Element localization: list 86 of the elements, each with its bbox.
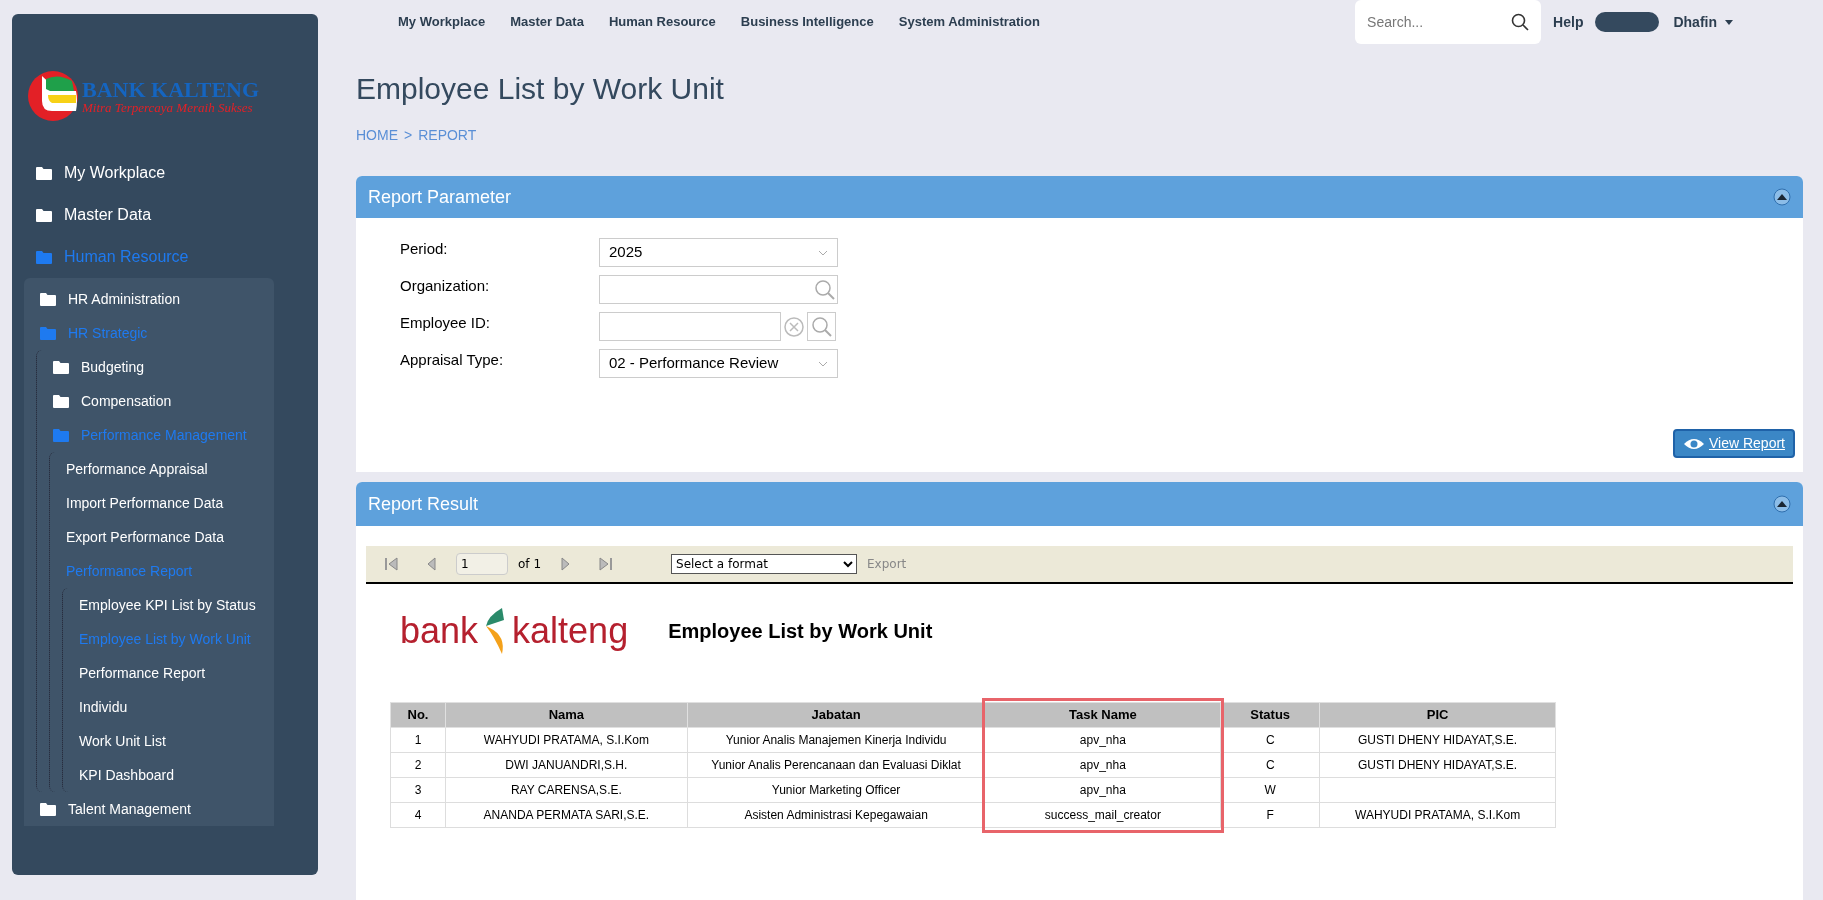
sidebar-item[interactable]: Employee KPI List by Status xyxy=(79,594,256,616)
field-label: Employee ID: xyxy=(400,313,492,333)
nav-link[interactable]: My Workplace xyxy=(398,12,486,32)
eye-icon xyxy=(1683,436,1705,451)
view-report-button[interactable]: View Report xyxy=(1673,429,1795,458)
sidebar-item[interactable]: HR Administration xyxy=(68,288,181,310)
table-cell: 1 xyxy=(390,727,446,753)
table-cell: DWI JANUANDRI,S.H. xyxy=(445,752,688,778)
sidebar-item[interactable]: Performance Report xyxy=(79,662,206,684)
table-cell: WAHYUDI PRATAMA, S.I.Kom xyxy=(445,727,688,753)
column-header: Task Name xyxy=(984,702,1221,728)
table-cell: apv_nha xyxy=(984,752,1221,778)
folder-icon xyxy=(40,292,56,306)
logo-word: kalteng xyxy=(512,613,629,649)
nav-link[interactable]: System Administration xyxy=(898,12,1040,32)
folder-icon xyxy=(53,428,69,442)
select-field[interactable]: 02 - Performance Review xyxy=(599,349,838,378)
avatar[interactable] xyxy=(1595,12,1660,32)
folder-icon xyxy=(40,326,56,340)
sidebar-item[interactable]: Work Unit List xyxy=(79,730,166,752)
user-menu[interactable]: Dhafin xyxy=(1673,11,1733,33)
logo-icon xyxy=(28,71,78,121)
folder-icon xyxy=(36,166,52,180)
table-cell: apv_nha xyxy=(984,777,1221,803)
field-label: Appraisal Type: xyxy=(400,350,505,370)
sidebar-item[interactable]: Export Performance Data xyxy=(66,526,224,548)
collapse-icon[interactable] xyxy=(1773,188,1791,206)
table-cell: ANANDA PERMATA SARI,S.E. xyxy=(445,802,688,828)
collapse-icon[interactable] xyxy=(1773,495,1791,513)
panel-title: Report Result xyxy=(368,492,480,516)
logo-name: BANK KALTENG xyxy=(82,78,260,101)
chevron-down-icon xyxy=(818,249,828,256)
nav-link[interactable]: Master Data xyxy=(510,12,584,32)
page-count: of 1 xyxy=(518,556,541,573)
search-icon[interactable] xyxy=(814,278,836,301)
folder-icon xyxy=(36,208,52,222)
column-header: PIC xyxy=(1319,702,1556,728)
select-field[interactable]: 2025 xyxy=(599,238,838,267)
folder-icon xyxy=(53,360,69,374)
sidebar-item[interactable]: Performance Appraisal xyxy=(66,458,208,480)
table-cell: 3 xyxy=(390,777,446,803)
next-page-icon[interactable] xyxy=(561,557,571,571)
table-cell: 4 xyxy=(390,802,446,828)
sidebar-item[interactable]: Talent Management xyxy=(68,798,191,820)
logo-word: bank xyxy=(400,613,479,649)
column-header: Nama xyxy=(445,702,688,728)
table-cell: RAY CARENSA,S.E. xyxy=(445,777,688,803)
lookup-field[interactable] xyxy=(599,275,838,304)
input-field[interactable] xyxy=(599,312,781,341)
column-header: No. xyxy=(390,702,446,728)
logo-tagline: Mitra Terpercaya Meraih Sukses xyxy=(82,100,254,114)
sidebar-item[interactable]: Individu xyxy=(79,696,128,718)
panel-title: Report Parameter xyxy=(368,185,513,209)
field-label: Organization: xyxy=(400,276,491,296)
first-page-icon[interactable] xyxy=(384,557,398,571)
sidebar-item[interactable]: My Workplace xyxy=(64,161,166,185)
table-cell: WAHYUDI PRATAMA, S.I.Kom xyxy=(1319,802,1556,828)
folder-icon xyxy=(53,394,69,408)
last-page-icon[interactable] xyxy=(599,557,613,571)
table-cell: success_mail_creator xyxy=(984,802,1221,828)
chevron-down-icon xyxy=(818,360,828,367)
sidebar-item[interactable]: Budgeting xyxy=(81,356,145,378)
nav-link[interactable]: Human Resource xyxy=(608,12,716,32)
sidebar-item[interactable]: Compensation xyxy=(81,390,172,412)
nav-link[interactable]: Business Intelligence xyxy=(740,12,874,32)
sidebar-item[interactable]: KPI Dashboard xyxy=(79,764,174,786)
page-number-field[interactable]: 1 xyxy=(456,553,508,575)
table-cell: GUSTI DHENY HIDAYAT,S.E. xyxy=(1319,727,1556,753)
clear-icon[interactable] xyxy=(783,315,805,338)
format-select[interactable]: Select a format xyxy=(671,554,857,574)
field-label: Period: xyxy=(400,239,449,259)
folder-icon xyxy=(36,250,52,264)
table-cell: 2 xyxy=(390,752,446,778)
table-cell: apv_nha xyxy=(984,727,1221,753)
search-field[interactable]: Search... xyxy=(1355,0,1542,44)
page-title: Employee List by Work Unit xyxy=(356,74,725,104)
column-header: Jabatan xyxy=(687,702,985,728)
caret-icon xyxy=(1725,19,1733,25)
previous-page-icon[interactable] xyxy=(426,557,436,571)
table-cell: GUSTI DHENY HIDAYAT,S.E. xyxy=(1319,752,1556,778)
folder-icon xyxy=(40,802,56,816)
report-title: Employee List by Work Unit xyxy=(668,619,933,644)
sidebar-item[interactable]: Import Performance Data xyxy=(66,492,224,514)
search-icon xyxy=(1511,13,1530,31)
help-link[interactable]: Help xyxy=(1553,11,1584,33)
sidebar-item[interactable]: Master Data xyxy=(64,203,152,227)
